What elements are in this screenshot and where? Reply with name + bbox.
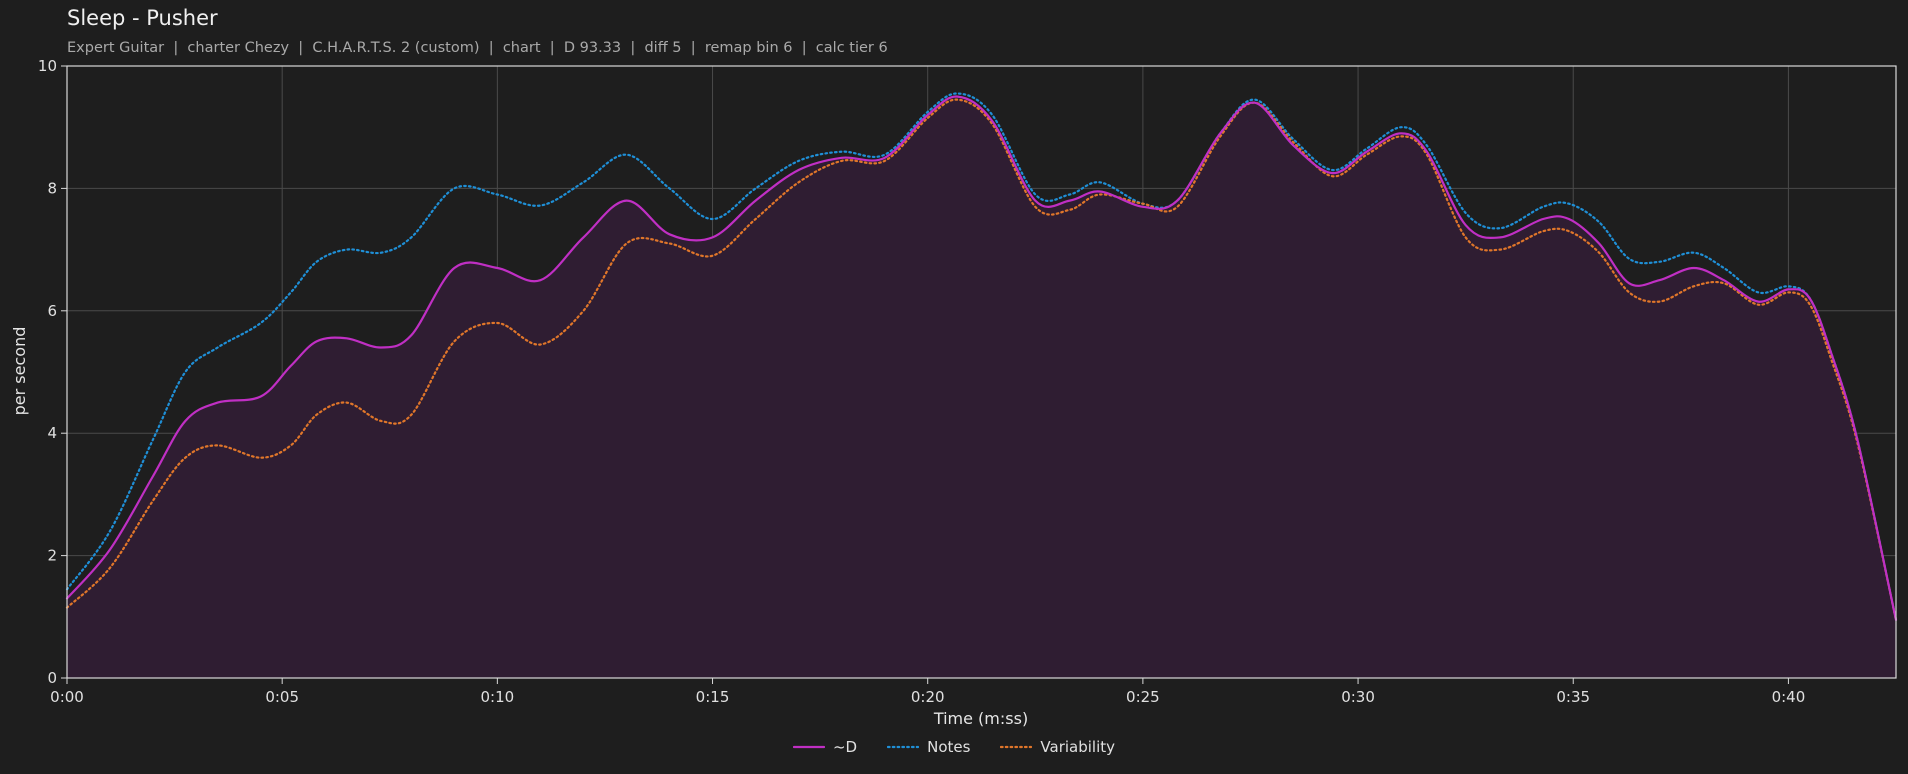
x-tick-label: 0:35 [1556,688,1590,706]
chart-canvas: 0:00 0:05 0:10 0:15 0:20 0:25 0:30 0:35 0:40 0 2 4… [10,57,1898,728]
legend-swatch [792,745,825,749]
legend-label: Notes [927,738,971,756]
area-layer [67,96,1896,679]
x-axis-ticks: 0:00 0:05 0:10 0:15 0:20 0:25 0:30 0:35 0:40 [50,678,1805,706]
legend-item-variability: Variability [1000,738,1115,756]
legend-swatch [887,745,920,749]
y-tick-label: 6 [47,302,57,320]
legend-swatch [1000,745,1033,749]
legend-label: ~D [832,738,858,756]
x-tick-label: 0:40 [1772,688,1806,706]
y-axis-ticks: 0 2 4 6 8 10 [38,57,67,687]
y-tick-label: 8 [47,179,57,197]
legend-item-d: ~D [792,738,858,756]
x-tick-label: 0:10 [481,688,515,706]
x-tick-label: 0:15 [696,688,730,706]
y-tick-label: 10 [38,57,57,75]
x-tick-label: 0:20 [911,688,945,706]
y-tick-label: 2 [47,547,57,565]
x-axis-title: Time (m:ss) [933,709,1028,728]
x-tick-label: 0:05 [265,688,299,706]
area-fill-d [67,96,1896,679]
legend: ~D Notes Variability [0,737,1908,757]
y-tick-label: 4 [47,424,57,442]
y-tick-label: 0 [47,669,57,687]
legend-item-notes: Notes [887,738,970,756]
x-tick-label: 0:00 [50,688,84,706]
x-tick-label: 0:25 [1126,688,1160,706]
y-axis-title: per second [10,327,29,416]
x-tick-label: 0:30 [1341,688,1375,706]
legend-label: Variability [1040,738,1116,756]
